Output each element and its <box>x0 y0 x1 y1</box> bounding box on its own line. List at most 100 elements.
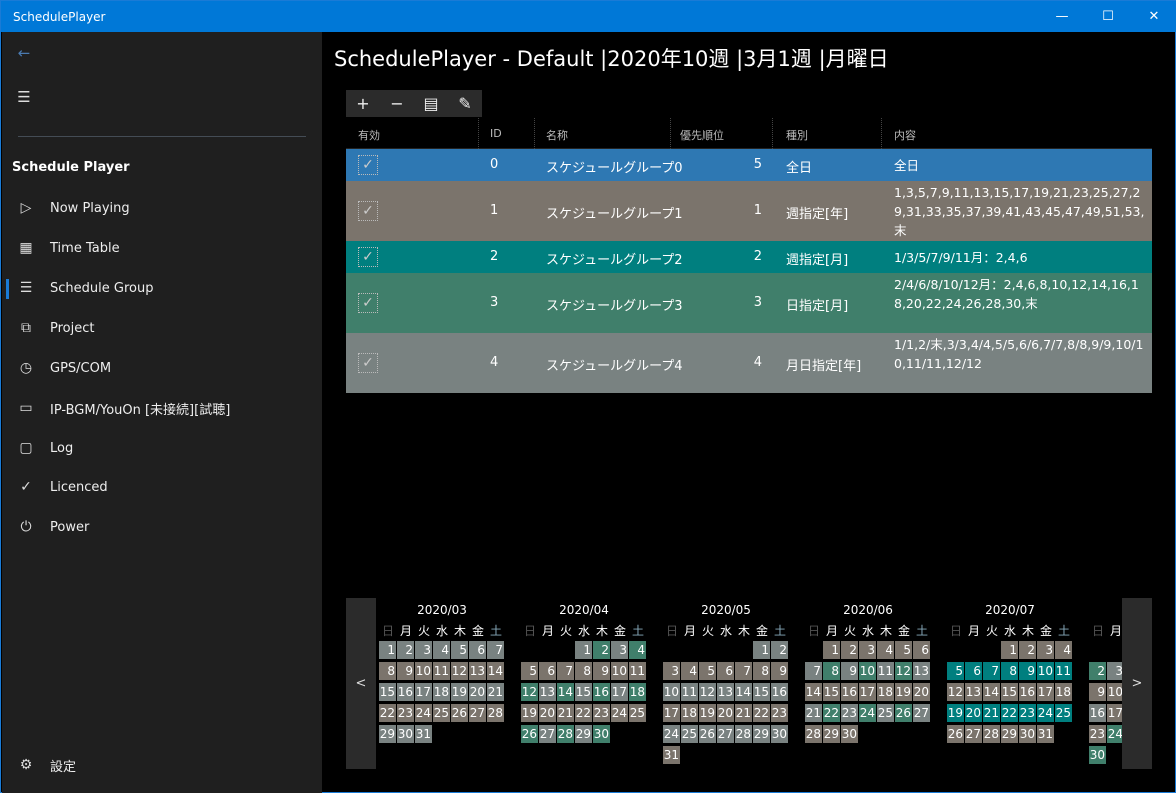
calendar-day[interactable]: 4 <box>1055 641 1072 659</box>
calendar-day[interactable]: 12 <box>947 683 964 701</box>
calendar-day[interactable]: 9 <box>397 662 414 680</box>
calendar-day[interactable]: 18 <box>1055 683 1072 701</box>
close-button[interactable]: ✕ <box>1131 1 1176 32</box>
calendar-day[interactable]: 16 <box>841 683 858 701</box>
calendar-day[interactable]: 10 <box>663 683 680 701</box>
calendar-day[interactable]: 6 <box>717 662 734 680</box>
calendar-day[interactable]: 23 <box>593 704 610 722</box>
calendar-day[interactable]: 2 <box>1089 662 1106 680</box>
calendar-day[interactable]: 21 <box>983 704 1000 722</box>
calendar-day[interactable]: 26 <box>699 725 716 743</box>
calendar-day[interactable]: 7 <box>487 641 504 659</box>
calendar-day[interactable]: 29 <box>1001 725 1018 743</box>
calendar-day[interactable]: 17 <box>611 683 628 701</box>
calendar-day[interactable]: 14 <box>983 683 1000 701</box>
calendar-day[interactable]: 11 <box>681 683 698 701</box>
calendar-day[interactable]: 10 <box>859 662 876 680</box>
calendar-day[interactable]: 5 <box>521 662 538 680</box>
calendar-day[interactable]: 4 <box>681 662 698 680</box>
calendar-day[interactable]: 25 <box>433 704 450 722</box>
column-header-type[interactable]: 種別 <box>786 127 808 143</box>
calendar-day[interactable]: 6 <box>539 662 556 680</box>
calendar-day[interactable]: 24 <box>1037 704 1054 722</box>
calendar-day[interactable]: 9 <box>771 662 788 680</box>
calendar-day[interactable]: 21 <box>557 704 574 722</box>
calendar-day[interactable]: 25 <box>629 704 646 722</box>
calendar-next-button[interactable]: > <box>1122 598 1152 769</box>
calendar-day[interactable]: 30 <box>771 725 788 743</box>
calendar-day[interactable]: 10 <box>1037 662 1054 680</box>
calendar-day[interactable]: 27 <box>539 725 556 743</box>
table-row[interactable]: ✓ 4 スケジュールグループ4 4 月日指定[年] 1/1,2/末,3/3,4/… <box>346 333 1152 393</box>
calendar-day[interactable]: 1 <box>575 641 592 659</box>
calendar-day[interactable]: 8 <box>753 662 770 680</box>
calendar-day[interactable]: 23 <box>397 704 414 722</box>
calendar-day[interactable]: 14 <box>805 683 822 701</box>
calendar-day[interactable]: 21 <box>487 683 504 701</box>
calendar-day[interactable]: 18 <box>433 683 450 701</box>
calendar-day[interactable]: 27 <box>965 725 982 743</box>
maximize-button[interactable]: ☐ <box>1085 1 1131 32</box>
calendar-day[interactable]: 28 <box>983 725 1000 743</box>
calendar-day[interactable]: 4 <box>877 641 894 659</box>
calendar-day[interactable]: 16 <box>1019 683 1036 701</box>
column-header-name[interactable]: 名称 <box>546 127 568 143</box>
calendar-day[interactable]: 28 <box>735 725 752 743</box>
calendar-day[interactable]: 28 <box>805 725 822 743</box>
calendar-day[interactable]: 15 <box>379 683 396 701</box>
copy-button[interactable]: ▤ <box>414 94 448 113</box>
calendar-day[interactable]: 19 <box>947 704 964 722</box>
calendar-day[interactable]: 29 <box>575 725 592 743</box>
calendar-day[interactable]: 18 <box>629 683 646 701</box>
hamburger-menu-icon[interactable]: ☰ <box>14 88 34 106</box>
calendar-day[interactable]: 27 <box>717 725 734 743</box>
calendar-day[interactable]: 9 <box>841 662 858 680</box>
calendar-day[interactable]: 3 <box>859 641 876 659</box>
calendar-day[interactable]: 8 <box>379 662 396 680</box>
calendar-day[interactable]: 31 <box>1037 725 1054 743</box>
sidebar-item-settings[interactable]: ⚙ 設定 <box>2 747 322 783</box>
calendar-day[interactable]: 17 <box>859 683 876 701</box>
calendar-day[interactable]: 13 <box>965 683 982 701</box>
calendar-day[interactable]: 17 <box>415 683 432 701</box>
table-row[interactable]: ✓ 1 スケジュールグループ1 1 週指定[年] 1,3,5,7,9,11,13… <box>346 181 1152 241</box>
calendar-day[interactable]: 2 <box>841 641 858 659</box>
calendar-day[interactable]: 3 <box>663 662 680 680</box>
calendar-day[interactable]: 6 <box>965 662 982 680</box>
calendar-day[interactable]: 6 <box>469 641 486 659</box>
calendar-day[interactable]: 16 <box>1089 704 1106 722</box>
calendar-day[interactable]: 15 <box>575 683 592 701</box>
calendar-day[interactable]: 31 <box>415 725 432 743</box>
calendar-day[interactable]: 12 <box>521 683 538 701</box>
calendar-day[interactable]: 24 <box>859 704 876 722</box>
calendar-day[interactable]: 2 <box>397 641 414 659</box>
sidebar-item-project[interactable]: ⧉ Project <box>2 310 322 346</box>
calendar-day[interactable]: 1 <box>1001 641 1018 659</box>
calendar-day[interactable]: 16 <box>771 683 788 701</box>
calendar-day[interactable]: 26 <box>451 704 468 722</box>
calendar-day[interactable]: 22 <box>823 704 840 722</box>
calendar-day[interactable]: 29 <box>379 725 396 743</box>
calendar-day[interactable]: 14 <box>735 683 752 701</box>
table-row[interactable]: ✓ 3 スケジュールグループ3 3 日指定[月] 2/4/6/8/10/12月：… <box>346 273 1152 333</box>
column-header-content[interactable]: 内容 <box>894 127 916 143</box>
calendar-day[interactable]: 28 <box>557 725 574 743</box>
calendar-day[interactable]: 17 <box>663 704 680 722</box>
calendar-day[interactable]: 20 <box>913 683 930 701</box>
calendar-day[interactable]: 24 <box>611 704 628 722</box>
calendar-day[interactable]: 15 <box>753 683 770 701</box>
calendar-day[interactable]: 22 <box>575 704 592 722</box>
calendar-day[interactable]: 26 <box>895 704 912 722</box>
calendar-day[interactable]: 8 <box>575 662 592 680</box>
calendar-day[interactable]: 24 <box>415 704 432 722</box>
calendar-day[interactable]: 19 <box>521 704 538 722</box>
calendar-day[interactable]: 11 <box>1055 662 1072 680</box>
calendar-day[interactable]: 19 <box>699 704 716 722</box>
calendar-day[interactable]: 9 <box>1019 662 1036 680</box>
calendar-day[interactable]: 30 <box>1019 725 1036 743</box>
calendar-day[interactable]: 9 <box>593 662 610 680</box>
calendar-day[interactable]: 28 <box>487 704 504 722</box>
calendar-day[interactable]: 11 <box>433 662 450 680</box>
calendar-day[interactable]: 13 <box>913 662 930 680</box>
calendar-day[interactable]: 5 <box>699 662 716 680</box>
